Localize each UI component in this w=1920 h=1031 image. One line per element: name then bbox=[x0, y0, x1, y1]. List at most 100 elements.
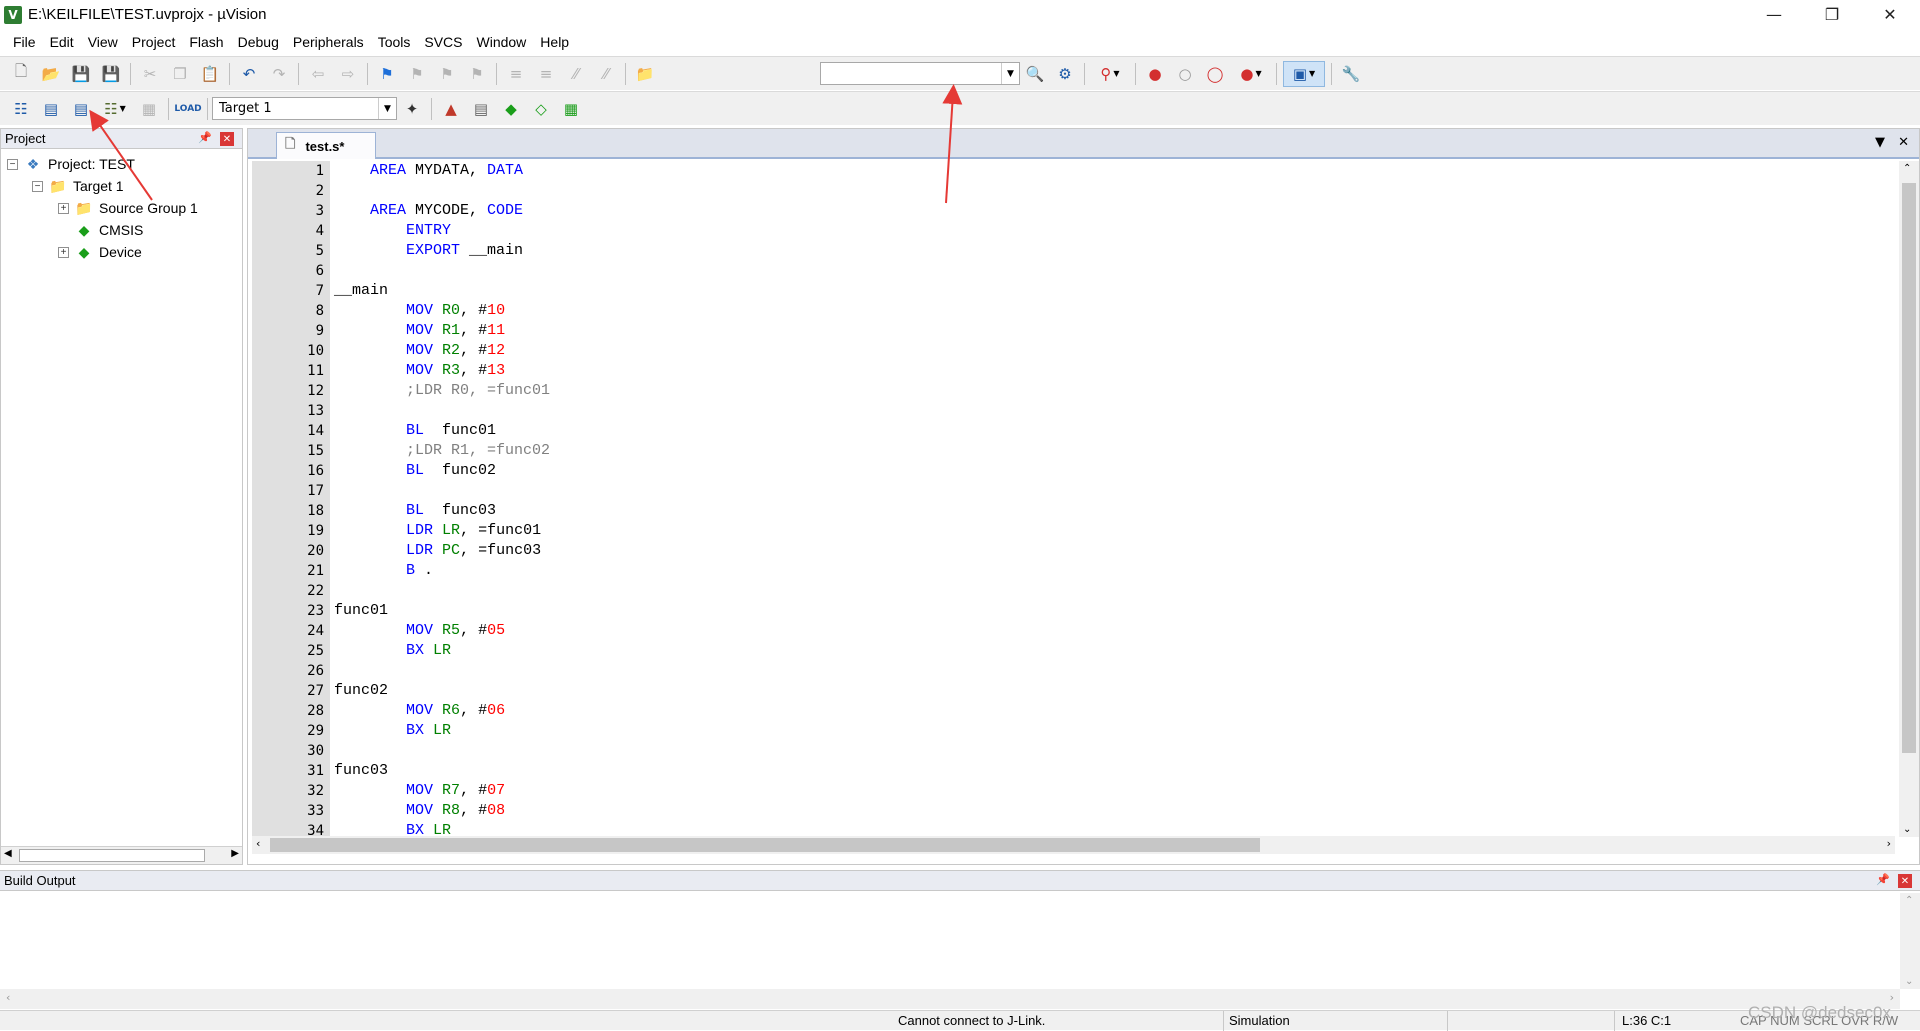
tree-item-target[interactable]: − 📁 Target 1 bbox=[32, 175, 124, 197]
build-button[interactable]: ▤ bbox=[38, 96, 64, 122]
file-extensions-button[interactable]: ▲ bbox=[438, 96, 464, 122]
build-hscrollbar[interactable]: ‹ › bbox=[0, 989, 1900, 1009]
close-icon[interactable]: ✕ bbox=[220, 132, 234, 146]
expand-icon[interactable]: + bbox=[58, 202, 69, 214]
green-diamond-icon: ◆ bbox=[505, 99, 517, 118]
editor-hscrollbar[interactable]: ‹ › bbox=[252, 836, 1895, 854]
save-all-button[interactable]: 💾 bbox=[98, 61, 124, 87]
pack-icon: ◇ bbox=[535, 99, 547, 118]
tab-list-icon[interactable]: ▼ bbox=[1875, 135, 1885, 150]
incremental-find-button[interactable]: ⚙ bbox=[1052, 61, 1078, 87]
insert-breakpoint-button[interactable]: ● bbox=[1142, 61, 1168, 87]
pack-installer-button[interactable]: ▦ bbox=[558, 96, 584, 122]
menu-project[interactable]: Project bbox=[125, 29, 183, 56]
close-icon: ✕ bbox=[1883, 5, 1897, 24]
find-combo[interactable]: ▼ bbox=[820, 62, 1020, 85]
start-debug-button[interactable]: ⚲ ▼ bbox=[1091, 61, 1129, 87]
restore-button[interactable]: ❐ bbox=[1803, 0, 1861, 29]
window-layout-button[interactable]: ▣ ▼ bbox=[1283, 60, 1325, 87]
paste-button[interactable]: 📋 bbox=[197, 61, 223, 87]
open-file-button[interactable]: 📂 bbox=[38, 61, 64, 87]
kill-breakpoints-button[interactable]: ● ▼ bbox=[1232, 61, 1270, 87]
manage-multi-project-button[interactable]: ▤ bbox=[468, 96, 494, 122]
close-button[interactable]: ✕ bbox=[1861, 0, 1919, 29]
stop-build-button[interactable]: ▦ bbox=[136, 96, 162, 122]
pin-icon[interactable]: 📌 bbox=[1876, 873, 1890, 886]
collapse-icon[interactable]: − bbox=[32, 180, 43, 192]
scroll-down-icon[interactable]: ⌄ bbox=[1903, 824, 1911, 835]
editor-vscrollbar[interactable]: ⌃ ⌄ bbox=[1899, 161, 1919, 837]
menu-flash[interactable]: Flash bbox=[182, 29, 230, 56]
comment-button[interactable]: ⁄⁄ bbox=[563, 61, 589, 87]
configure-button[interactable]: 🔧 bbox=[1338, 61, 1364, 87]
scroll-down-icon[interactable]: ⌄ bbox=[1905, 976, 1913, 987]
line-number: 19 bbox=[307, 523, 324, 539]
scroll-thumb[interactable] bbox=[1902, 183, 1916, 753]
rebuild-button[interactable]: ▤ bbox=[68, 96, 94, 122]
find-in-files-button[interactable]: 📁 bbox=[632, 61, 658, 87]
minimize-button[interactable]: — bbox=[1745, 0, 1803, 29]
scroll-thumb[interactable] bbox=[270, 838, 1260, 852]
scroll-right-icon[interactable]: ▶ bbox=[231, 848, 239, 859]
scroll-left-icon[interactable]: ‹ bbox=[256, 837, 260, 850]
menu-peripherals[interactable]: Peripherals bbox=[286, 29, 371, 56]
tree-item-source-group[interactable]: + 📁 Source Group 1 bbox=[58, 197, 198, 219]
close-icon[interactable]: ✕ bbox=[1898, 874, 1912, 888]
code-area[interactable]: AREA MYDATA, DATA AREA MYCODE, CODE ENTR… bbox=[330, 161, 1895, 837]
project-hscrollbar[interactable]: ◀ ▶ bbox=[1, 846, 242, 864]
menu-view[interactable]: View bbox=[81, 29, 125, 56]
line-number: 13 bbox=[307, 403, 324, 419]
undo-button[interactable]: ↶ bbox=[236, 61, 262, 87]
bookmark-button[interactable]: ⚑ bbox=[374, 61, 400, 87]
tree-item-device[interactable]: + ◆ Device bbox=[58, 241, 142, 263]
target-select[interactable]: Target 1 ▼ bbox=[212, 97, 397, 120]
scroll-left-icon[interactable]: ‹ bbox=[6, 991, 10, 1004]
close-icon[interactable]: ✕ bbox=[1898, 135, 1909, 150]
target-options-button[interactable]: ✦ bbox=[399, 96, 425, 122]
expand-icon[interactable]: + bbox=[58, 246, 69, 258]
copy-button[interactable]: ❐ bbox=[167, 61, 193, 87]
nav-back-button[interactable]: ⇦ bbox=[305, 61, 331, 87]
build-vscrollbar[interactable]: ⌃ ⌄ bbox=[1900, 893, 1920, 989]
menu-file[interactable]: File bbox=[6, 29, 43, 56]
indent-button[interactable]: ≡ bbox=[503, 61, 529, 87]
nav-forward-button[interactable]: ⇨ bbox=[335, 61, 361, 87]
manage-rte-button[interactable]: ◆ bbox=[498, 96, 524, 122]
disable-all-breakpoints-button[interactable]: ◯ bbox=[1202, 61, 1228, 87]
cut-button[interactable]: ✂ bbox=[137, 61, 163, 87]
pin-icon[interactable]: 📌 bbox=[198, 131, 212, 144]
line-number: 8 bbox=[315, 303, 324, 319]
download-button[interactable]: LOAD bbox=[174, 96, 201, 122]
prev-bookmark-button[interactable]: ⚑ bbox=[404, 61, 430, 87]
menu-window[interactable]: Window bbox=[470, 29, 534, 56]
collapse-icon[interactable]: − bbox=[7, 158, 18, 170]
new-file-button[interactable]: 🗋 bbox=[8, 61, 34, 87]
find-button[interactable]: 🔍 bbox=[1022, 61, 1048, 87]
scroll-thumb[interactable] bbox=[19, 849, 205, 862]
redo-button[interactable]: ↷ bbox=[266, 61, 292, 87]
scroll-up-icon[interactable]: ⌃ bbox=[1905, 895, 1913, 906]
scroll-left-icon[interactable]: ◀ bbox=[4, 848, 12, 859]
uncomment-button[interactable]: ⁄⁄ bbox=[593, 61, 619, 87]
translate-button[interactable]: ☷ bbox=[8, 96, 34, 122]
clear-bookmarks-button[interactable]: ⚑ bbox=[464, 61, 490, 87]
menu-help[interactable]: Help bbox=[533, 29, 576, 56]
scroll-up-icon[interactable]: ⌃ bbox=[1903, 163, 1911, 174]
unindent-button[interactable]: ≡ bbox=[533, 61, 559, 87]
save-button[interactable]: 💾 bbox=[68, 61, 94, 87]
build-output-text[interactable] bbox=[0, 893, 1900, 989]
menu-edit[interactable]: Edit bbox=[43, 29, 81, 56]
tab-test-s[interactable]: 🗋 test.s* bbox=[276, 132, 376, 159]
tree-item-cmsis[interactable]: ◆ CMSIS bbox=[75, 219, 144, 241]
batch-build-button[interactable]: ☷ ▼ bbox=[98, 96, 132, 122]
scroll-right-icon[interactable]: › bbox=[1887, 837, 1891, 850]
menu-tools[interactable]: Tools bbox=[371, 29, 418, 56]
tree-item-project[interactable]: − ❖ Project: TEST bbox=[7, 153, 135, 175]
next-bookmark-button[interactable]: ⚑ bbox=[434, 61, 460, 87]
enable-breakpoint-button[interactable]: ○ bbox=[1172, 61, 1198, 87]
menu-svcs[interactable]: SVCS bbox=[417, 29, 469, 56]
select-packs-button[interactable]: ◇ bbox=[528, 96, 554, 122]
menu-debug[interactable]: Debug bbox=[231, 29, 286, 56]
